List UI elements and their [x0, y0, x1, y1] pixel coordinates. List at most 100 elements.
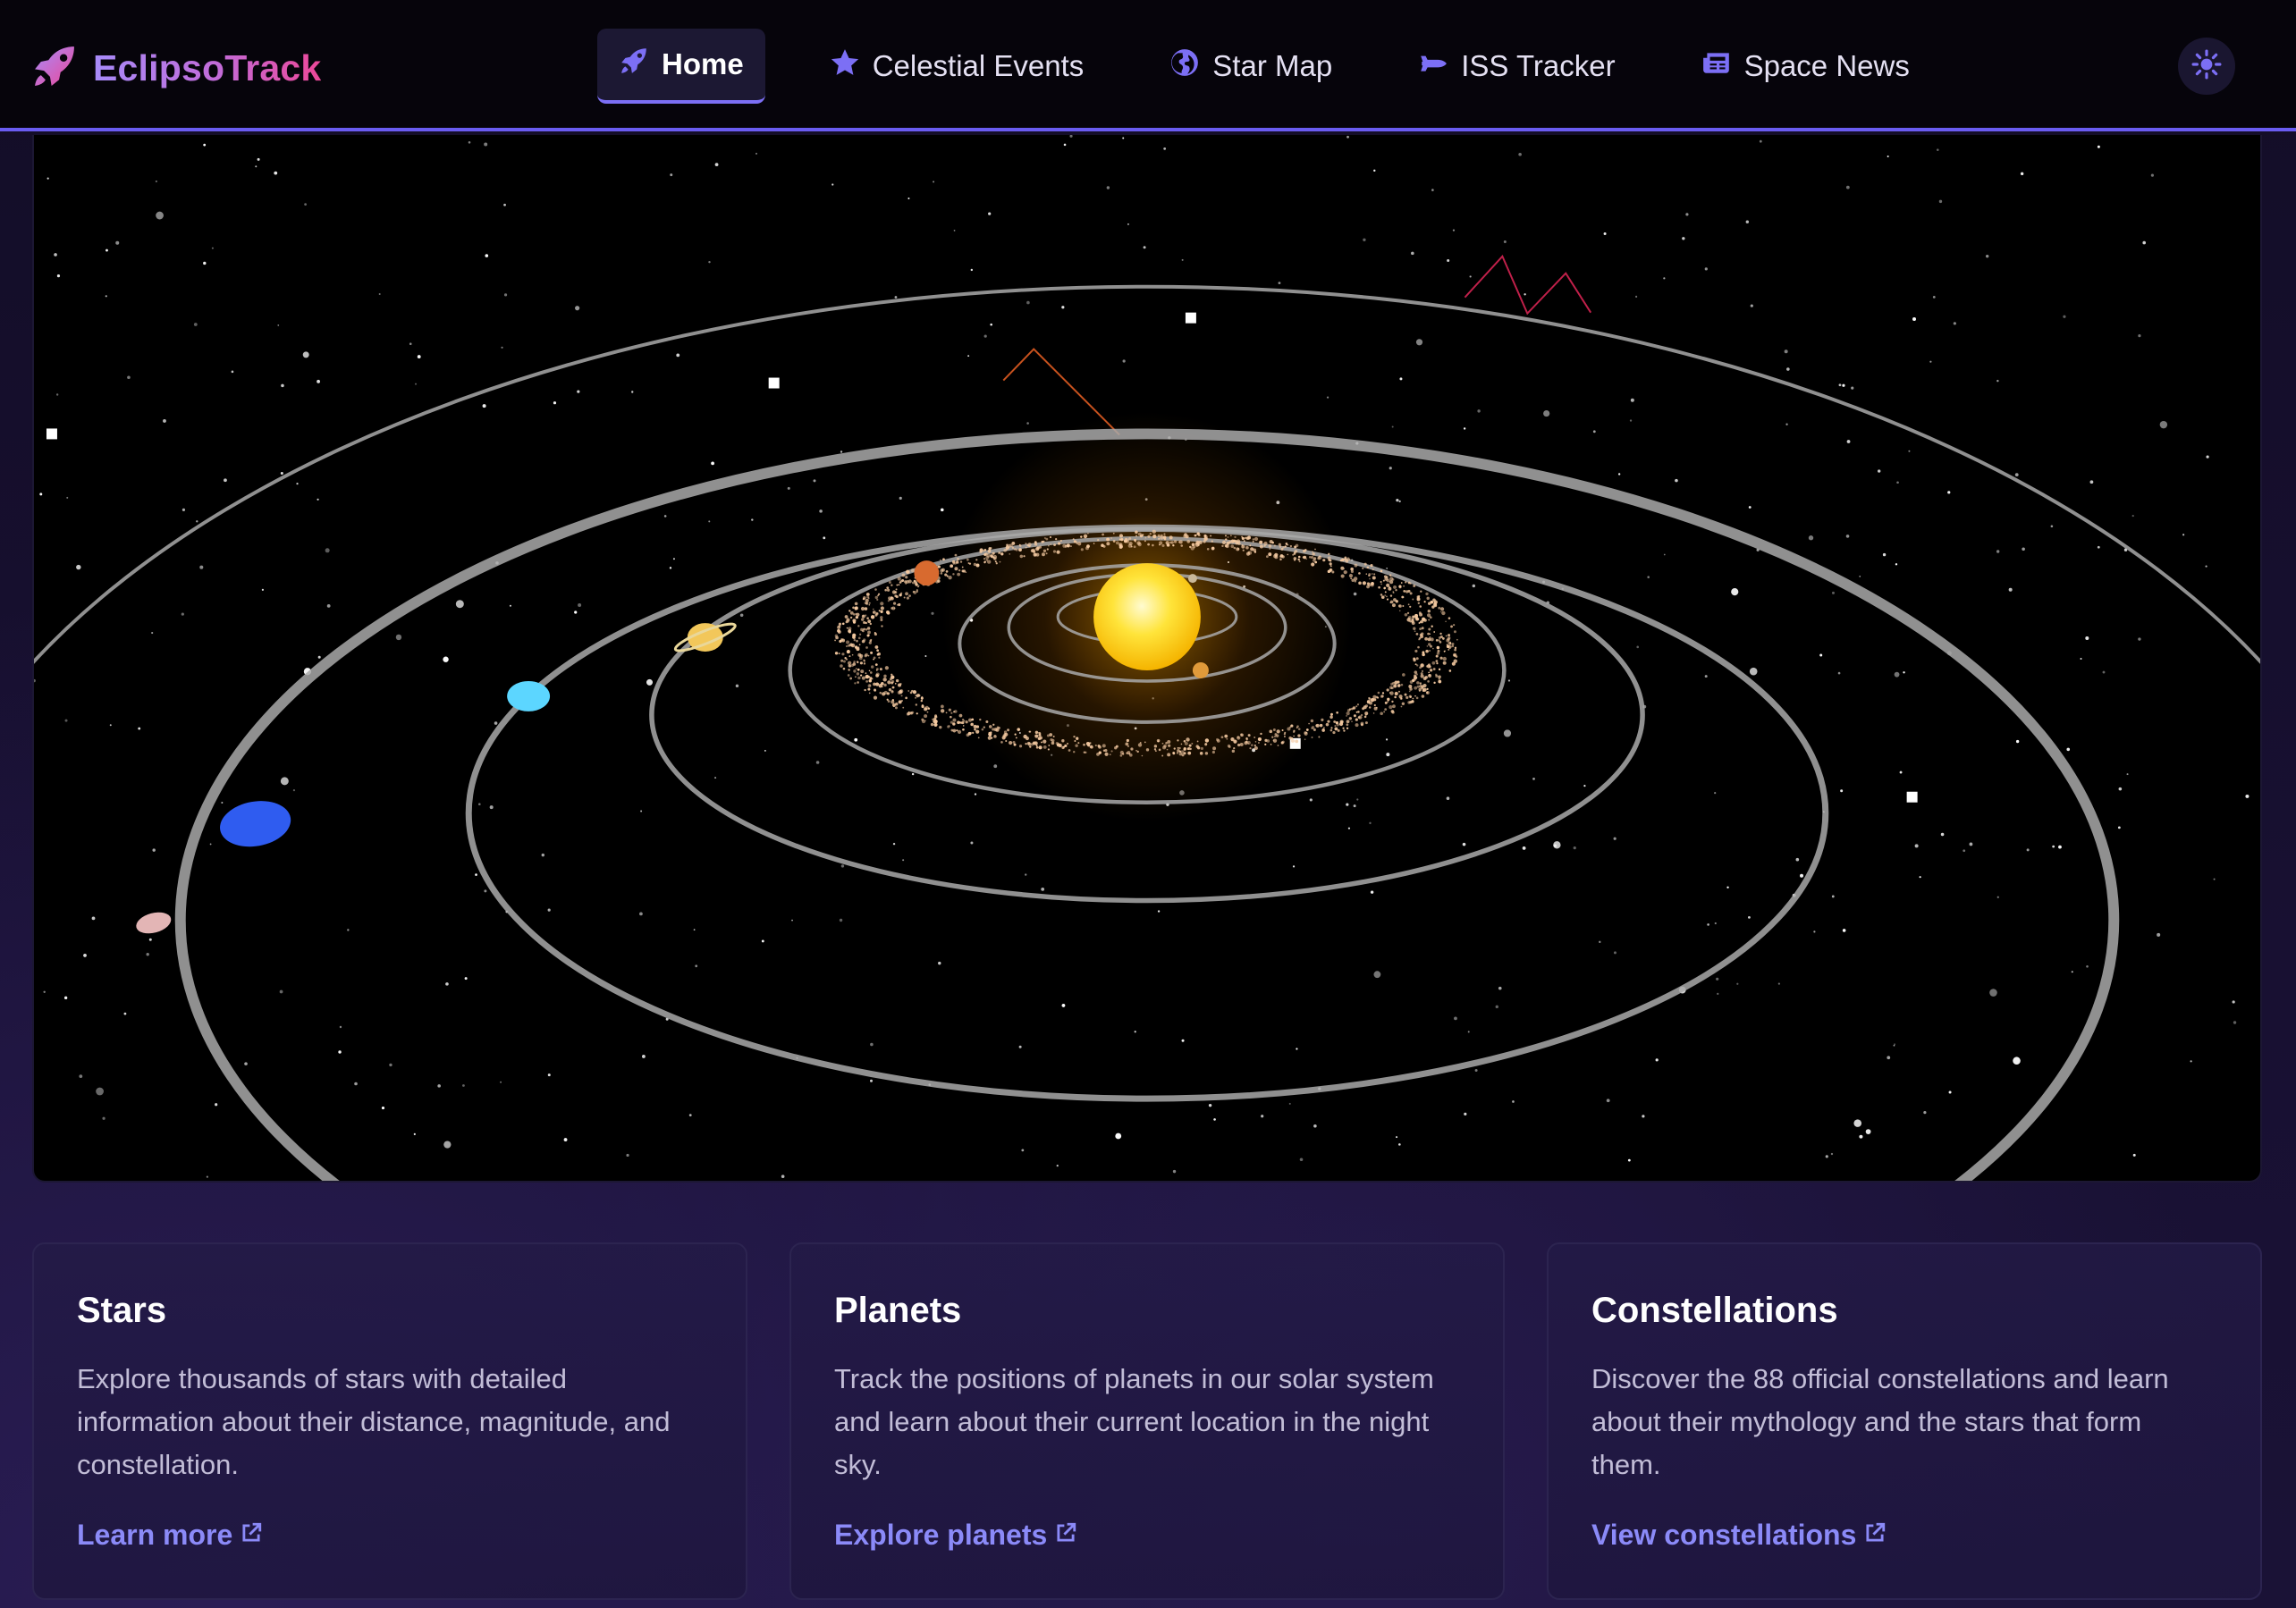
asteroid	[1128, 537, 1132, 541]
asteroid	[1383, 586, 1386, 590]
constellation-line	[1464, 254, 1592, 316]
asteroid	[856, 612, 860, 617]
nav-item-star-map[interactable]: Star Map	[1148, 29, 1354, 104]
star	[1592, 430, 1596, 434]
card-link-view-constellations[interactable]: View constellations	[1591, 1519, 1887, 1552]
asteroid	[1384, 594, 1387, 597]
nav-item-iss-tracker[interactable]: ISS Tracker	[1397, 29, 1636, 104]
asteroid	[1329, 562, 1332, 566]
asteroid	[1139, 742, 1142, 744]
star	[199, 565, 204, 569]
asteroid	[1169, 535, 1173, 540]
star	[96, 1087, 104, 1096]
asteroid	[1042, 745, 1047, 749]
asteroid	[1038, 732, 1042, 735]
asteroid	[1346, 723, 1349, 727]
planet-pluto[interactable]	[134, 909, 173, 938]
star	[1474, 1069, 1478, 1073]
asteroid	[881, 625, 883, 627]
nav-item-space-news[interactable]: Space News	[1680, 29, 1931, 104]
planet-mars[interactable]	[914, 560, 940, 586]
asteroid	[1118, 543, 1122, 547]
asteroid	[1193, 545, 1196, 549]
asteroid	[1435, 639, 1439, 642]
asteroid	[840, 638, 844, 642]
asteroid	[863, 662, 866, 665]
star	[2102, 670, 2106, 674]
star	[1851, 386, 1854, 390]
asteroid	[850, 663, 854, 668]
theme-toggle-button[interactable]	[2178, 38, 2235, 95]
asteroid	[1403, 585, 1405, 587]
asteroid	[1106, 542, 1110, 546]
sun[interactable]	[1093, 563, 1201, 670]
asteroid	[1221, 544, 1224, 548]
card-description: Discover the 88 official constellations …	[1591, 1363, 2169, 1480]
star	[1398, 500, 1401, 503]
asteroid	[1398, 604, 1402, 608]
asteroid	[988, 731, 991, 734]
card-link-label: View constellations	[1591, 1519, 1857, 1551]
asteroid	[1364, 721, 1368, 725]
asteroid	[1042, 739, 1047, 744]
asteroid	[1315, 723, 1320, 728]
star	[2020, 172, 2024, 176]
planet-venus[interactable]	[1187, 574, 1197, 584]
star	[708, 260, 711, 264]
asteroid	[957, 557, 960, 560]
asteroid	[1433, 631, 1436, 633]
asteroid	[1241, 536, 1245, 541]
asteroid	[1332, 730, 1336, 735]
nav-item-home[interactable]: Home	[597, 29, 765, 104]
solar-system-canvas[interactable]	[34, 135, 2260, 1181]
star	[155, 180, 157, 183]
asteroid	[848, 655, 851, 658]
planet-mercury[interactable]	[1192, 661, 1209, 678]
asteroid	[1378, 585, 1380, 589]
asteroid	[957, 572, 961, 577]
asteroid	[990, 554, 993, 558]
star	[1912, 317, 1917, 322]
asteroid	[1294, 545, 1297, 549]
asteroid	[1394, 692, 1398, 696]
star	[669, 567, 672, 569]
planet-saturn[interactable]	[673, 619, 738, 655]
asteroid	[848, 610, 851, 612]
asteroid	[1094, 744, 1097, 747]
star	[1714, 792, 1717, 795]
asteroid	[1042, 549, 1047, 553]
asteroid	[992, 723, 995, 726]
asteroid	[959, 721, 963, 724]
asteroid	[863, 596, 866, 600]
card-link-explore-planets[interactable]: Explore planets	[834, 1519, 1077, 1552]
star	[484, 889, 487, 893]
star	[911, 772, 915, 776]
brand-logo[interactable]: EclipsoTrack	[30, 41, 321, 95]
star	[1288, 1102, 1291, 1105]
asteroid	[1270, 744, 1272, 745]
asteroid	[1181, 753, 1185, 757]
asteroid	[1318, 736, 1321, 738]
asteroid	[1263, 544, 1266, 547]
card-link-learn-more[interactable]: Learn more	[77, 1519, 263, 1552]
star	[378, 292, 381, 295]
asteroid	[886, 588, 891, 592]
star	[1748, 506, 1752, 509]
asteroid	[934, 722, 937, 726]
nav-item-celestial-events[interactable]: Celestial Events	[808, 29, 1106, 104]
planet-neptune[interactable]	[216, 796, 294, 852]
solar-system-viewer[interactable]	[32, 135, 2262, 1183]
asteroid	[1422, 689, 1425, 693]
star	[1831, 895, 1835, 898]
asteroid	[1439, 656, 1443, 660]
planet-uranus[interactable]	[507, 680, 551, 711]
star	[1749, 667, 1758, 676]
asteroid	[1358, 581, 1362, 585]
star	[1386, 567, 1389, 569]
asteroid	[939, 725, 942, 729]
asteroid	[1251, 744, 1254, 746]
star	[500, 1081, 502, 1083]
star	[1543, 409, 1550, 417]
asteroid	[1159, 541, 1163, 545]
asteroid	[1305, 728, 1309, 731]
